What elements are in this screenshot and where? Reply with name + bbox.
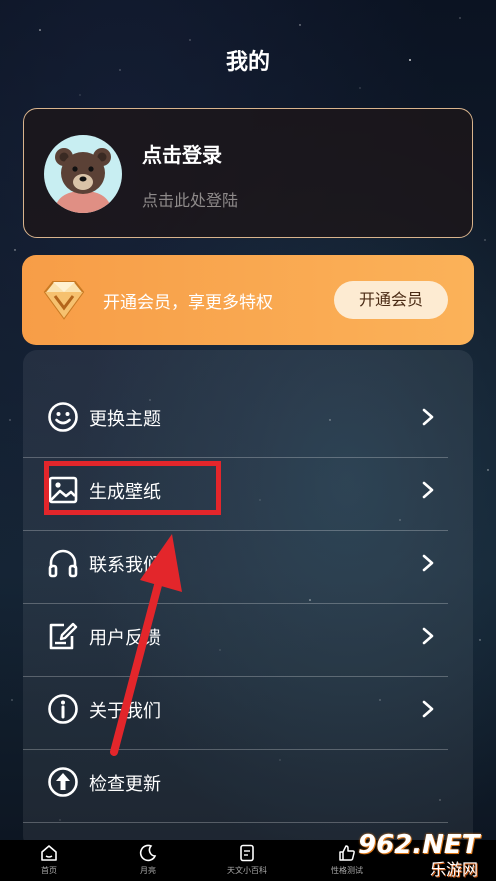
login-title[interactable]: 点击登录	[142, 139, 222, 168]
moon-icon	[139, 844, 157, 862]
feedback-edit-icon	[49, 622, 78, 650]
bear-avatar-icon	[54, 148, 112, 213]
chevron-right-icon	[422, 700, 434, 718]
menu-item-user-feedback[interactable]: 用户反馈	[23, 600, 448, 672]
diamond-icon	[43, 281, 85, 320]
tab-moon[interactable]: 月亮	[108, 840, 188, 881]
menu-item-label: 检查更新	[89, 774, 161, 795]
smiley-icon	[48, 402, 78, 432]
info-icon	[48, 694, 78, 724]
avatar[interactable]	[44, 135, 122, 213]
login-card[interactable]: 点击登录 点击此处登陆	[23, 108, 473, 238]
watermark-subtitle: 乐游网	[430, 860, 479, 879]
menu-item-label: 更换主题	[89, 409, 161, 430]
menu-item-contact-us[interactable]: 联系我们	[23, 527, 448, 599]
book-icon	[240, 844, 254, 862]
chevron-right-icon	[422, 408, 434, 426]
divider	[23, 822, 448, 823]
site-watermark: 962.NET 乐游网	[358, 826, 496, 881]
headphones-icon	[48, 549, 78, 578]
tab-home[interactable]: 首页	[9, 840, 89, 881]
annotation-arrow-icon	[110, 534, 182, 756]
upload-icon	[48, 767, 78, 797]
home-icon	[41, 845, 57, 861]
chevron-right-icon	[422, 554, 434, 572]
tab-label: 月亮	[140, 866, 156, 875]
menu-item-about-us[interactable]: 关于我们	[23, 673, 448, 745]
vip-banner[interactable]: 开通会员，享更多特权 开通会员	[22, 255, 474, 345]
menu-item-check-update[interactable]: 检查更新	[23, 746, 448, 818]
annotation-highlight-box	[44, 461, 221, 515]
thumbs-up-icon	[339, 845, 355, 861]
login-subtitle[interactable]: 点击此处登陆	[142, 187, 238, 211]
tab-astronomy-encyclopedia[interactable]: 天文小百科	[207, 840, 287, 881]
vip-promo-text: 开通会员，享更多特权	[103, 293, 273, 313]
page-title: 我的	[225, 50, 270, 75]
chevron-right-icon	[422, 481, 434, 499]
chevron-right-icon	[422, 627, 434, 645]
tab-label: 天文小百科	[227, 866, 267, 875]
tab-label: 首页	[41, 866, 57, 875]
menu-item-change-theme[interactable]: 更换主题	[23, 381, 448, 453]
open-vip-button[interactable]: 开通会员	[334, 281, 448, 319]
